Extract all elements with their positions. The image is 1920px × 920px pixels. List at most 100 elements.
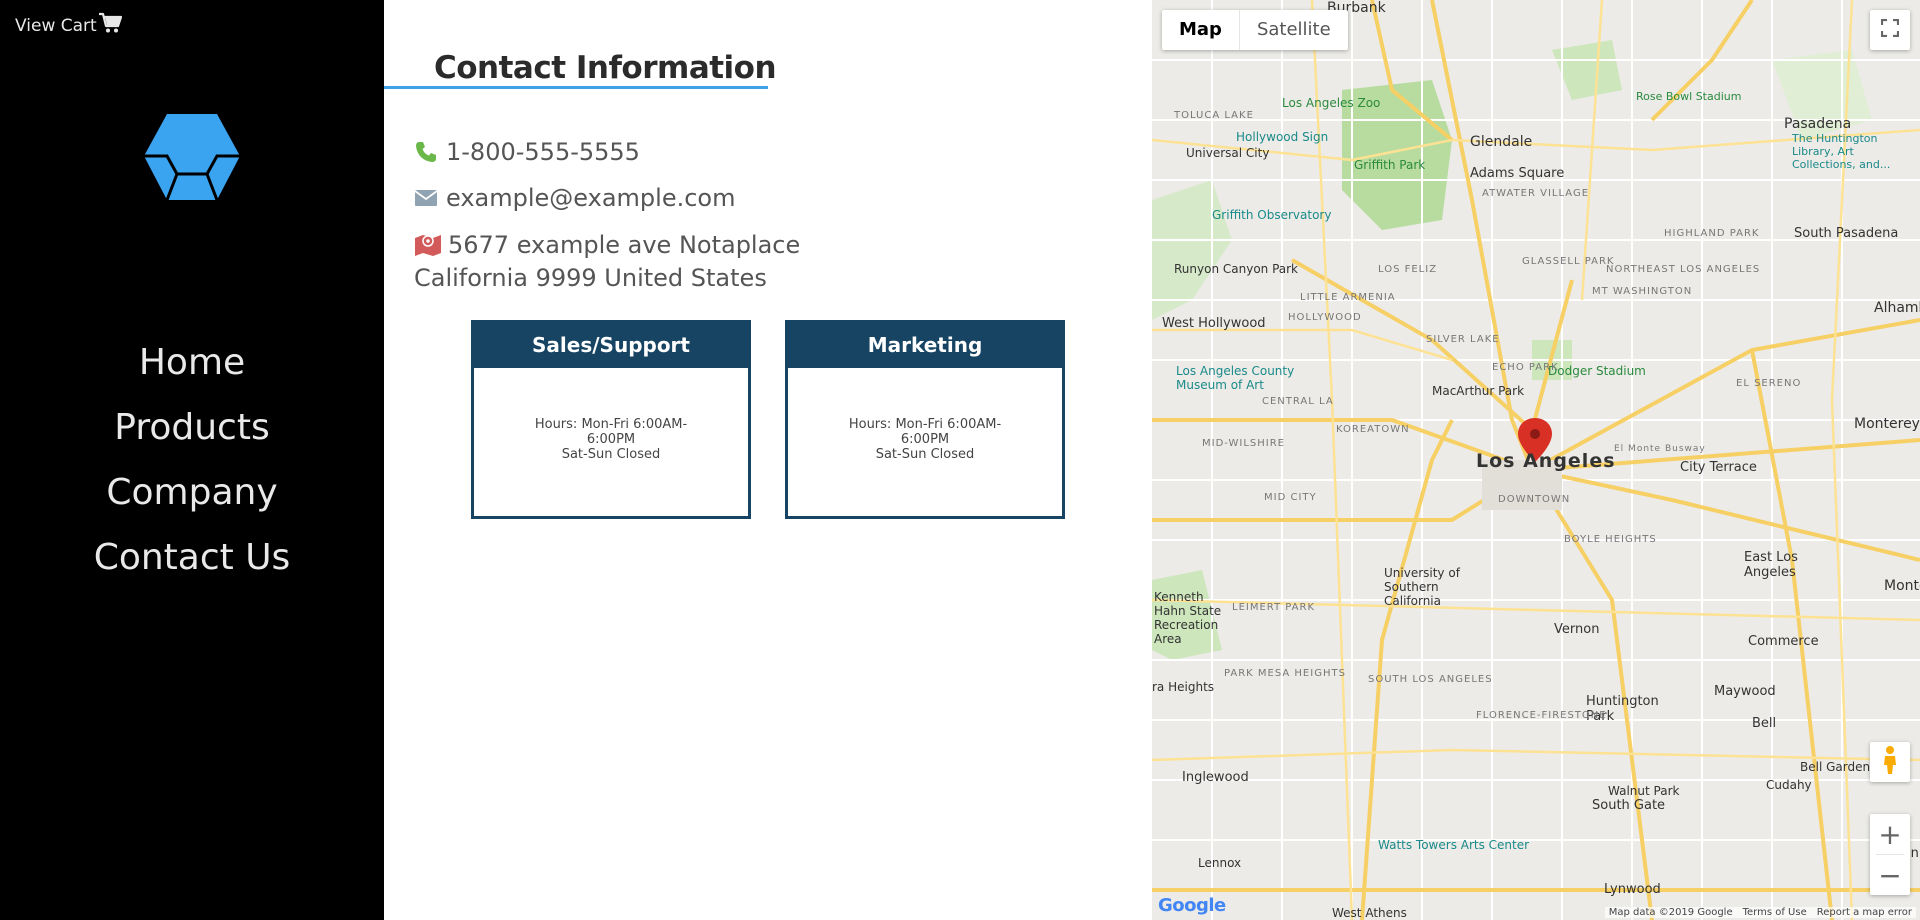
map-label: LITTLE ARMENIA — [1300, 292, 1396, 303]
map-label: The Huntington Library, Art Collections,… — [1792, 132, 1891, 171]
view-cart-link[interactable]: View Cart — [15, 12, 122, 39]
email-address[interactable]: example@example.com — [446, 184, 736, 212]
fullscreen-icon — [1880, 18, 1900, 42]
zoom-out-button[interactable]: − — [1870, 855, 1910, 895]
map-label: Los Angeles County Museum of Art — [1176, 364, 1295, 392]
map-label: University of Southern California — [1384, 566, 1460, 608]
map-label: Vernon — [1554, 622, 1600, 637]
zoom-control: + − — [1870, 814, 1910, 895]
main-nav: Home Products Company Contact Us — [0, 334, 384, 594]
map-label-city: Los Angeles — [1476, 450, 1616, 472]
hours-line: Sat-Sun Closed — [561, 447, 661, 462]
hours-line: Hours: Mon-Fri 6:00AM- — [848, 417, 1002, 432]
nav-item-company[interactable]: Company — [0, 464, 384, 529]
map-label: Griffith Park — [1354, 158, 1426, 172]
fullscreen-button[interactable] — [1870, 10, 1910, 50]
phone-icon — [414, 140, 438, 164]
nav-item-contact-us[interactable]: Contact Us — [0, 529, 384, 594]
title-underline — [384, 86, 768, 89]
map-footer: Google Map data ©2019 Google Terms of Us… — [1152, 895, 1920, 920]
map-label: Los Angeles Zoo — [1282, 96, 1381, 110]
map-label: Walnut Park — [1608, 784, 1680, 798]
map-label: Griffith Observatory — [1212, 208, 1332, 222]
sales-support-card: Sales/Support Hours: Mon-Fri 6:00AM- 6:0… — [471, 320, 751, 519]
map-label: City Terrace — [1680, 460, 1757, 475]
map-label: Monterey Pa — [1854, 416, 1920, 432]
map-label: ATWATER VILLAGE — [1482, 188, 1590, 199]
map-label: Maywood — [1714, 684, 1776, 699]
view-cart-label: View Cart — [15, 15, 97, 36]
map-label: South Pasadena — [1794, 226, 1899, 241]
map-label: Pasadena — [1784, 116, 1852, 132]
report-map-error-link[interactable]: Report a map error — [1817, 907, 1912, 918]
card-hours: Hours: Mon-Fri 6:00AM- 6:00PM Sat-Sun Cl… — [474, 368, 748, 462]
marketing-card: Marketing Hours: Mon-Fri 6:00AM- 6:00PM … — [785, 320, 1065, 519]
map-type-satellite-button[interactable]: Satellite — [1238, 10, 1348, 50]
map-label: PARK MESA HEIGHTS — [1224, 668, 1346, 679]
map-label: Cudahy — [1766, 778, 1812, 792]
address-line-2: California 9999 United States — [414, 264, 767, 292]
terms-of-use-link[interactable]: Terms of Use — [1743, 907, 1807, 918]
sidebar: View Cart Home Products Company Contact … — [0, 0, 384, 920]
street-view-pegman[interactable] — [1870, 742, 1910, 782]
map-type-control: Map Satellite — [1162, 10, 1348, 50]
map-label: KOREATOWN — [1336, 424, 1410, 435]
map-label: BOYLE HEIGHTS — [1564, 534, 1657, 545]
map-label: Dodger Stadium — [1548, 364, 1646, 378]
map-label: Bell — [1752, 716, 1777, 731]
map-label: Inglewood — [1182, 770, 1249, 785]
map-label: Lennox — [1198, 856, 1242, 870]
map-label: Glendale — [1470, 134, 1533, 150]
map-label: NORTHEAST LOS ANGELES — [1606, 264, 1761, 275]
map-label: Bell Gardens — [1800, 760, 1877, 774]
map-label: HOLLYWOOD — [1288, 312, 1362, 323]
card-hours: Hours: Mon-Fri 6:00AM- 6:00PM Sat-Sun Cl… — [788, 368, 1062, 462]
map-label: El Monte Busway — [1614, 444, 1706, 454]
map-label: Kenneth Hahn State Recreation Area — [1154, 590, 1222, 646]
map-label: Watts Towers Arts Center — [1378, 838, 1530, 852]
map-label: CENTRAL LA — [1262, 396, 1334, 407]
map-label: ECHO PARK — [1492, 362, 1559, 373]
map-label: Runyon Canyon Park — [1174, 262, 1299, 276]
address-line-1: 5677 example ave Notaplace — [448, 231, 801, 259]
hours-line: 6:00PM — [900, 432, 950, 447]
map-label: LOS FELIZ — [1378, 264, 1438, 275]
map-label: SOUTH LOS ANGELES — [1368, 674, 1493, 685]
map-label: Alhambra — [1874, 300, 1920, 316]
nav-item-products[interactable]: Products — [0, 399, 384, 464]
map-type-map-button[interactable]: Map — [1162, 10, 1239, 50]
email-row: example@example.com — [414, 184, 736, 212]
map-label: FLORENCE-FIRESTONE — [1476, 710, 1607, 721]
map-label: ra Heights — [1152, 680, 1215, 694]
phone-number[interactable]: 1-800-555-5555 — [446, 138, 640, 166]
hours-line: Sat-Sun Closed — [875, 447, 975, 462]
google-logo[interactable]: Google — [1158, 895, 1226, 916]
address: 5677 example ave Notaplace California 99… — [414, 230, 800, 293]
zoom-in-button[interactable]: + — [1870, 814, 1910, 854]
map-label: MID CITY — [1264, 492, 1317, 503]
nav-item-home[interactable]: Home — [0, 334, 384, 399]
hours-line: Hours: Mon-Fri 6:00AM- — [534, 417, 688, 432]
map-label: TOLUCA LAKE — [1174, 110, 1254, 121]
map-label: LEIMERT PARK — [1232, 602, 1316, 613]
logo[interactable] — [142, 112, 242, 202]
envelope-icon — [414, 188, 438, 208]
google-map[interactable]: Burbank Glendale Adams Square Pasadena U… — [1152, 0, 1920, 920]
map-label: East Los Angeles — [1744, 550, 1798, 580]
card-title: Sales/Support — [474, 323, 748, 368]
map-label: West Hollywood — [1162, 316, 1266, 331]
map-label: MT WASHINGTON — [1592, 286, 1693, 297]
map-label: MacArthur Park — [1432, 384, 1525, 398]
map-label: Monte — [1884, 578, 1920, 594]
map-label: Commerce — [1748, 634, 1819, 649]
pegman-icon — [1881, 745, 1899, 780]
map-label: GLASSELL PARK — [1522, 256, 1615, 267]
map-label: SILVER LAKE — [1426, 334, 1500, 345]
map-footer-links: Map data ©2019 Google Terms of Use Repor… — [1604, 907, 1916, 918]
map-data-attribution: Map data ©2019 Google — [1608, 907, 1733, 918]
page-title: Contact Information — [434, 50, 777, 86]
map-label: EL SERENO — [1736, 378, 1802, 389]
card-title: Marketing — [788, 323, 1062, 368]
contact-content: Contact Information 1-800-555-5555 examp… — [384, 0, 1152, 920]
map-label: Adams Square — [1470, 166, 1565, 181]
